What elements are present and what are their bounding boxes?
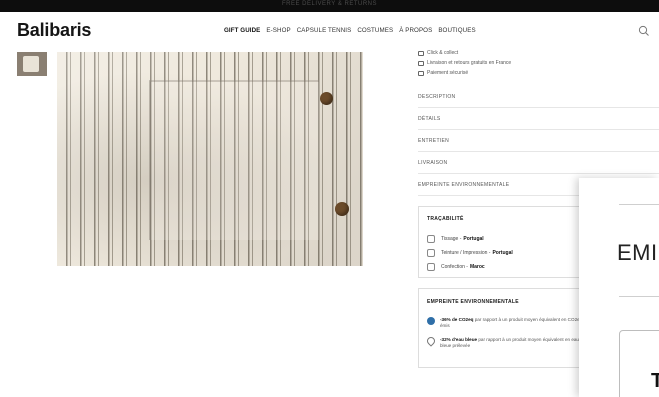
- nav-item-boutiques[interactable]: BOUTIQUES: [438, 27, 475, 34]
- modal-heading: EMI: [617, 240, 658, 265]
- environment-row: -36% de CO2eq par rapport à un produit m…: [427, 317, 585, 329]
- traceability-panel: TRAÇABILITÉ Tissage - Portugal Teinture …: [418, 206, 588, 278]
- accordion-details[interactable]: DÉTAILS: [418, 108, 659, 130]
- shirt-button: [320, 92, 333, 105]
- divider: [619, 204, 659, 205]
- environmental-footprint-panel: EMPREINTE ENVIRONNEMENTALE -36% de CO2eq…: [418, 288, 588, 368]
- traceability-value: Portugal: [492, 250, 513, 256]
- info-line: Click & collect: [418, 48, 659, 58]
- dye-icon: [427, 249, 435, 257]
- environment-stat: -36% de CO2eq: [440, 317, 474, 322]
- environment-modal-panel: EMI T: [579, 178, 659, 397]
- nav-item-capsule-tennis[interactable]: CAPSULE TENNIS: [297, 27, 352, 34]
- traceability-value: Portugal: [463, 236, 484, 242]
- info-text: Click & collect: [427, 50, 459, 56]
- info-line: Paiement sécurisé: [418, 68, 659, 78]
- nav-item-gift-guide[interactable]: GIFT GUIDE: [224, 27, 260, 34]
- environment-text: -32% d'eau bleue par rapport à un produi…: [440, 337, 585, 349]
- card-icon: [418, 70, 424, 76]
- traceability-label: Teinture / Impression -: [441, 250, 491, 256]
- brand-logo[interactable]: Balibaris: [17, 20, 91, 41]
- traceability-row: Teinture / Impression - Portugal: [427, 249, 513, 257]
- shirt-button: [335, 202, 349, 216]
- traceability-value: Maroc: [469, 264, 485, 270]
- info-text: Paiement sécurisé: [427, 70, 469, 76]
- environment-stat: -32% d'eau bleue: [440, 337, 478, 342]
- environment-row: -32% d'eau bleue par rapport à un produi…: [425, 335, 585, 349]
- nav-item-e-shop[interactable]: E-SHOP: [266, 27, 290, 34]
- info-line: Livraison et retours gratuits en France: [418, 58, 659, 68]
- main-nav: GIFT GUIDE E-SHOP CAPSULE TENNIS COSTUME…: [224, 27, 482, 34]
- traceability-label: Confection -: [441, 264, 468, 270]
- traceability-title: TRAÇABILITÉ: [427, 216, 464, 222]
- product-thumbnail[interactable]: [17, 52, 47, 76]
- shirt-pocket: [149, 80, 319, 240]
- top-banner: FREE DELIVERY & RETURNS: [0, 0, 659, 12]
- traceability-row: Tissage - Portugal: [427, 235, 484, 243]
- site-header: Balibaris GIFT GUIDE E-SHOP CAPSULE TENN…: [0, 12, 659, 48]
- store-icon: [418, 50, 424, 56]
- accordion-delivery[interactable]: LIVRAISON: [418, 152, 659, 174]
- nav-item-costumes[interactable]: COSTUMES: [357, 27, 393, 34]
- accordion-description[interactable]: DESCRIPTION: [418, 86, 659, 108]
- shirt-icon: [427, 263, 435, 271]
- environment-title: EMPREINTE ENVIRONNEMENTALE: [427, 299, 519, 305]
- truck-icon: [418, 60, 424, 66]
- accordion-care[interactable]: ENTRETIEN: [418, 130, 659, 152]
- top-banner-text: FREE DELIVERY & RETURNS: [282, 1, 377, 7]
- modal-card-letter: T: [651, 370, 659, 392]
- product-image[interactable]: [57, 52, 363, 266]
- nav-item-a-propos[interactable]: À PROPOS: [399, 27, 432, 34]
- search-icon[interactable]: [638, 25, 650, 37]
- water-drop-icon: [425, 335, 437, 347]
- divider: [619, 296, 659, 297]
- environment-text: -36% de CO2eq par rapport à un produit m…: [440, 317, 585, 329]
- delivery-info: Click & collect Livraison et retours gra…: [418, 48, 659, 78]
- info-text: Livraison et retours gratuits en France: [427, 60, 512, 66]
- yarn-icon: [427, 235, 435, 243]
- globe-icon: [427, 317, 435, 325]
- traceability-row: Confection - Maroc: [427, 263, 485, 271]
- traceability-label: Tissage -: [441, 236, 462, 242]
